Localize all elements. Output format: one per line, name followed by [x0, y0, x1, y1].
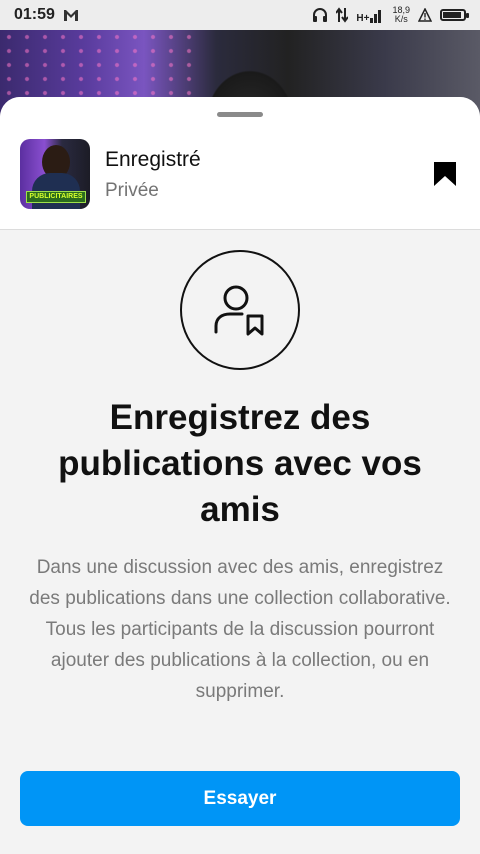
thumbnail-banner: PUBLICITAIRES: [26, 191, 86, 203]
collection-title[interactable]: Enregistré: [105, 148, 201, 172]
collection-thumbnail[interactable]: PUBLICITAIRES: [20, 139, 90, 209]
try-button[interactable]: Essayer: [20, 771, 460, 826]
bottom-sheet: PUBLICITAIRES Enregistré Privée Enregist…: [0, 97, 480, 854]
network-type: H+: [356, 13, 370, 24]
status-right: H+ 18,9 K/s: [312, 6, 469, 24]
bookmark-filled-icon[interactable]: [433, 161, 457, 187]
status-left: 01:59: [14, 6, 79, 24]
gmail-icon: [63, 9, 78, 21]
signal-icon: [370, 10, 382, 23]
data-arrows-icon: [336, 7, 349, 23]
feature-headline: Enregistrez des publications avec vos am…: [58, 398, 422, 529]
feature-description: Dans une discussion avec des amis, enreg…: [29, 557, 451, 702]
person-bookmark-icon: [214, 285, 264, 336]
speed-unit: K/s: [394, 14, 408, 24]
feature-illustration: [180, 250, 300, 370]
battery-icon: [440, 9, 469, 21]
background-lights: [0, 30, 200, 100]
alert-icon: [418, 8, 432, 22]
headphones-icon: [313, 8, 328, 22]
speed-indicator: 18,9 K/s: [392, 6, 410, 24]
drag-handle[interactable]: [217, 112, 263, 117]
collection-header: PUBLICITAIRES Enregistré Privée: [0, 97, 480, 230]
status-time: 01:59: [14, 6, 55, 23]
status-bar: 01:59 H+ 18,9 K/s: [0, 0, 480, 30]
collection-visibility: Privée: [105, 180, 159, 201]
network-indicator: H+: [356, 7, 384, 24]
